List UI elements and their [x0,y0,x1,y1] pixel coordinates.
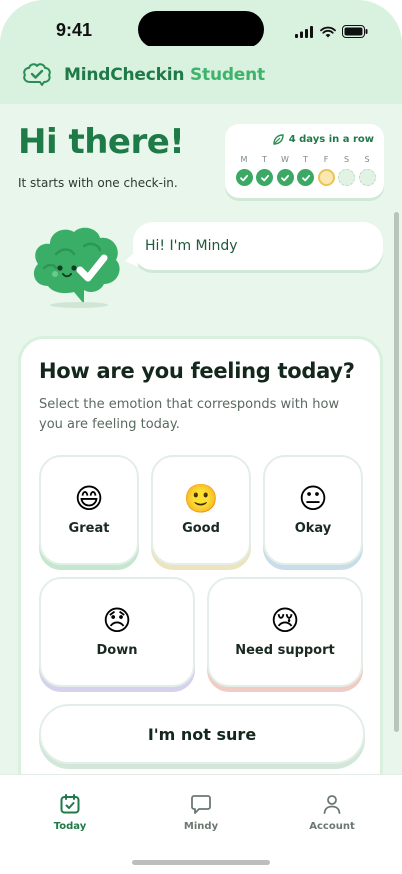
streak-card[interactable]: 4 days in a row M T W T F S S [225,124,384,198]
tab-mindy[interactable]: Mindy [156,793,246,832]
streak-day-letter: T [262,155,267,164]
streak-today-dot [317,169,335,186]
streak-days: MTWTFSS [235,155,376,186]
streak-day-letter: S [343,155,350,164]
streak-future-dot [358,169,376,186]
app-title: MindCheckin Student [64,65,265,85]
streak-day: S [358,155,376,186]
emotion-need-support-button[interactable]: 😢 Need support [207,577,363,687]
streak-day-letter: T [303,155,308,164]
emotion-okay-button[interactable]: 😐 Okay [263,455,363,565]
greeting-title: Hi there! [18,122,185,162]
battery-icon [342,25,368,38]
calendar-check-icon [60,794,80,814]
tab-account[interactable]: Account [287,793,377,832]
signal-icon [295,25,313,38]
phone-screen: 9:41 MindCheckin Student Hi there! It st… [0,0,402,874]
wifi-icon [320,26,336,37]
tab-label: Mindy [183,821,219,832]
emotion-label: Great [68,520,110,536]
streak-day: M [235,155,253,186]
scrollbar[interactable] [394,212,399,732]
check-icon [276,169,294,186]
app-title-accent: Student [189,65,265,85]
emotion-label: Need support [235,642,335,658]
feeling-subtitle: Select the emotion that corresponds with… [39,397,340,432]
sad-face-icon: 😞 [102,603,132,637]
smiling-face-icon: 🙂 [183,481,219,515]
app-title-brand: MindCheckin [64,65,185,85]
greeting-subtitle: It starts with one check-in. [18,176,178,190]
mindy-speech-bubble: Hi! I'm Mindy [133,222,383,270]
streak-day-letter: M [240,155,248,164]
crying-face-icon: 😢 [270,603,300,637]
check-icon [256,169,273,186]
tab-label: Account [309,821,355,832]
tab-today[interactable]: Today [25,793,115,832]
streak-label-row: 4 days in a row [273,134,374,145]
emotion-label: Okay [294,520,332,536]
streak-day-letter: W [281,155,289,164]
feeling-card: How are you feeling today? Select the em… [18,336,383,774]
leaf-icon [273,134,284,145]
streak-future-dot [338,169,355,186]
check-icon [297,169,314,186]
streak-day: F [317,155,335,186]
mindy-mascot-icon [33,227,120,304]
emotion-great-button[interactable]: 😄 Great [39,455,139,565]
not-sure-label: I'm not sure [147,724,257,744]
tab-label: Today [53,821,87,832]
streak-day: W [276,155,294,186]
emotion-label: Down [96,642,138,658]
streak-day: S [338,155,356,186]
app-header: MindCheckin Student [0,46,402,104]
mindy-greeting: Hi! I'm Mindy [145,238,238,254]
emotion-down-button[interactable]: 😞 Down [39,577,195,687]
feeling-title: How are you feeling today? [39,359,355,383]
home-indicator [132,860,270,865]
chat-bubble-icon [191,795,211,814]
streak-day-letter: S [364,155,370,164]
mascot-shadow [50,302,108,308]
today-content[interactable]: Hi there! It starts with one check-in. 4… [0,104,402,774]
streak-label: 4 days in a row [288,134,374,145]
streak-day-letter: F [323,155,329,164]
check-icon [235,169,253,186]
grinning-face-icon: 😄 [74,481,104,515]
brain-logo-icon [23,63,51,86]
neutral-face-icon: 😐 [298,481,328,515]
status-time: 9:41 [56,20,93,40]
status-icons [295,25,368,38]
bottom-tab-bar: Today Mindy Account [0,774,402,874]
not-sure-button[interactable]: I'm not sure [39,704,365,764]
emotion-good-button[interactable]: 🙂 Good [151,455,251,565]
streak-day: T [256,155,274,186]
streak-day: T [297,155,315,186]
person-icon [323,795,341,814]
dynamic-island [138,11,264,48]
emotion-label: Good [182,520,220,536]
